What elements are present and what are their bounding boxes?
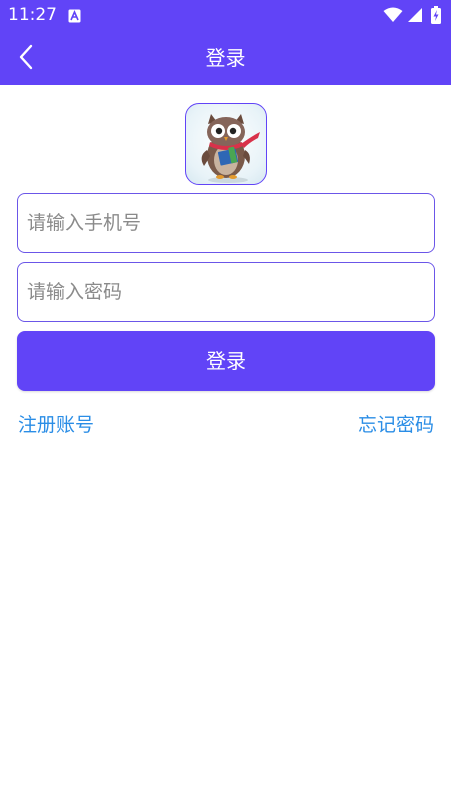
- battery-charging-icon: [431, 6, 441, 28]
- page-title: 登录: [205, 46, 246, 70]
- signal-icon: [407, 7, 423, 27]
- owl-mascot-logo: [201, 114, 260, 183]
- forgot-password-link[interactable]: 忘记密码: [358, 413, 434, 437]
- app-logo: [185, 103, 267, 185]
- wifi-icon: [383, 7, 403, 27]
- login-button[interactable]: 登录: [17, 331, 435, 391]
- status-bar: 11:27: [0, 0, 451, 31]
- register-link[interactable]: 注册账号: [18, 413, 94, 437]
- app-bar: 登录: [0, 31, 451, 85]
- password-field: [17, 262, 435, 322]
- phone-input[interactable]: [18, 194, 434, 252]
- password-input[interactable]: [18, 263, 434, 321]
- phone-field: [17, 193, 435, 253]
- status-time: 11:27: [8, 5, 57, 25]
- font-a-icon: [68, 8, 81, 23]
